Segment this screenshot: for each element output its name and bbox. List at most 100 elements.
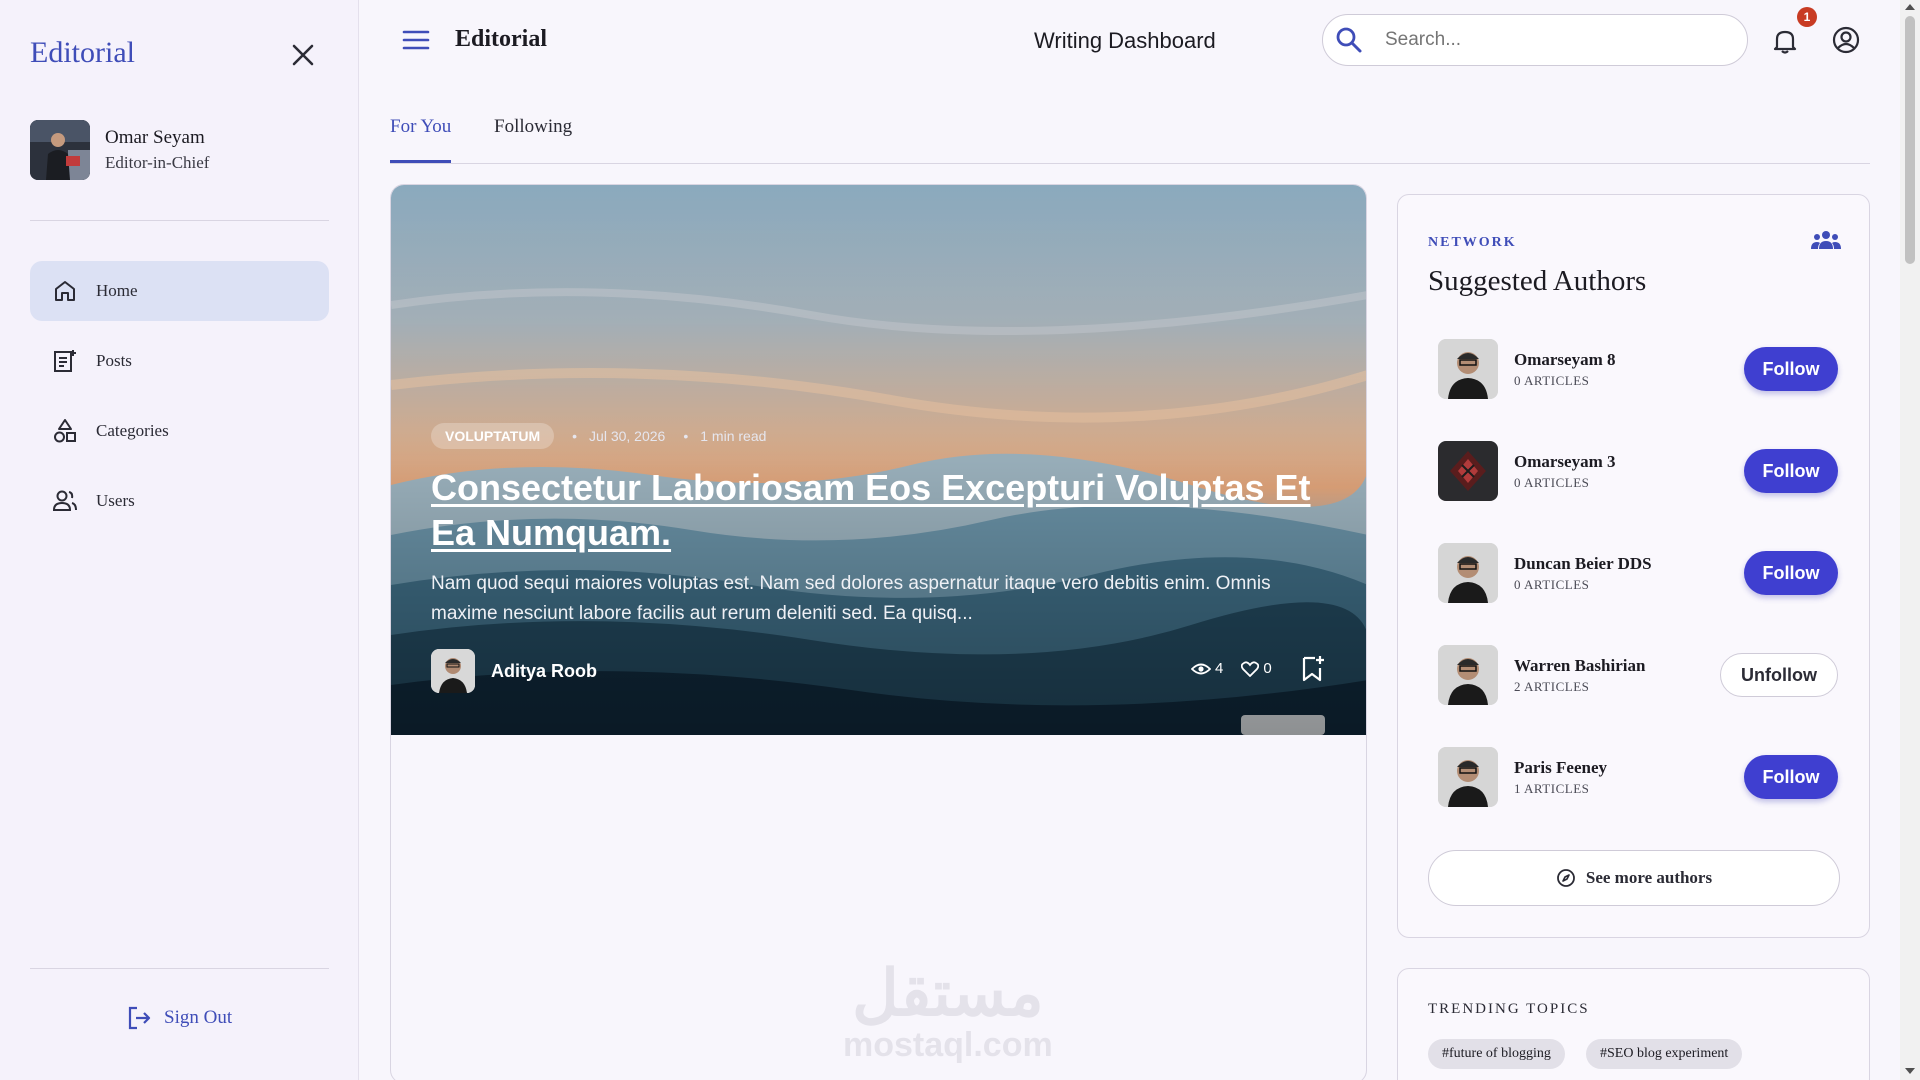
logout-icon xyxy=(128,1006,151,1030)
follow-button[interactable]: Follow xyxy=(1744,551,1838,595)
watermark-latin: mostaql.com xyxy=(843,1026,1053,1064)
views-stat: 4 xyxy=(1191,660,1223,677)
menu-button[interactable] xyxy=(402,28,430,52)
sidebar-item-categories[interactable]: Categories xyxy=(30,401,329,461)
close-sidebar-button[interactable] xyxy=(288,40,318,70)
likes-stat[interactable]: 0 xyxy=(1241,660,1272,677)
eye-icon xyxy=(1191,663,1211,674)
follow-button[interactable]: Follow xyxy=(1744,347,1838,391)
trending-overline: TRENDING TOPICS xyxy=(1428,1001,1590,1017)
featured-post-title[interactable]: Consectetur Laboriosam Eos Excepturi Vol… xyxy=(431,465,1331,555)
see-more-authors-button[interactable]: See more authors xyxy=(1428,850,1840,906)
views-count: 4 xyxy=(1215,660,1224,677)
post-stats: 4 0 xyxy=(1191,660,1290,677)
sign-out-button[interactable]: Sign Out xyxy=(126,1005,232,1031)
search-input[interactable] xyxy=(1385,29,1705,51)
panel-title: Suggested Authors xyxy=(1428,265,1647,297)
dashboard-title: Writing Dashboard xyxy=(1034,28,1216,53)
sidebar: Editorial Omar Seyam Editor-in-Chief Hom… xyxy=(0,0,359,1080)
user-profile[interactable]: Omar Seyam Editor-in-Chief xyxy=(30,120,209,180)
heart-icon xyxy=(1241,660,1260,677)
hamburger-icon xyxy=(402,30,430,50)
read-time: 1 min read xyxy=(700,428,767,444)
follow-button[interactable]: Follow xyxy=(1744,449,1838,493)
group-icon xyxy=(1810,229,1842,256)
posts-icon xyxy=(54,350,76,372)
article-count: 1 ARTICLES xyxy=(1514,780,1590,796)
notifications-button[interactable] xyxy=(1770,26,1800,56)
sidebar-divider xyxy=(30,968,329,969)
account-button[interactable] xyxy=(1830,24,1862,56)
user-name: Omar Seyam xyxy=(105,127,205,148)
watermark-arabic: مستقل xyxy=(852,957,1044,1029)
account-circle-icon xyxy=(1832,26,1860,54)
panel-overline: NETWORK xyxy=(1428,235,1517,250)
article-count: 0 ARTICLES xyxy=(1514,474,1590,490)
scroll-thumb[interactable] xyxy=(1905,16,1915,264)
author-avatar[interactable] xyxy=(1438,339,1498,399)
author-list-item: Omarseyam 8 0 ARTICLES Follow xyxy=(1438,339,1838,399)
post-meta: VOLUPTATUM • Jul 30, 2026 • 1 min read xyxy=(431,423,1331,449)
post-date: Jul 30, 2026 xyxy=(589,428,666,444)
author-avatar[interactable] xyxy=(1438,441,1498,501)
feed-tabs: For You Following xyxy=(390,100,1870,164)
article-count: 0 ARTICLES xyxy=(1514,576,1590,592)
featured-content: VOLUPTATUM • Jul 30, 2026 • 1 min read C… xyxy=(431,423,1331,629)
unfollow-button[interactable]: Unfollow xyxy=(1720,653,1838,697)
author-list-item: Omarseyam 3 0 ARTICLES Follow xyxy=(1438,441,1838,501)
meta-separator: • xyxy=(683,428,689,444)
scroll-down-arrow[interactable] xyxy=(1905,1068,1915,1074)
bookmark-add-icon xyxy=(1302,656,1324,682)
topic-chip[interactable]: #SEO blog experiment xyxy=(1586,1039,1743,1069)
category-badge[interactable]: VOLUPTATUM xyxy=(431,423,555,449)
sidebar-item-users[interactable]: Users xyxy=(30,471,329,531)
sidebar-item-posts[interactable]: Posts xyxy=(30,331,329,391)
sidebar-item-label: Home xyxy=(96,281,138,300)
sidebar-item-label: Users xyxy=(96,491,135,510)
author-avatar[interactable] xyxy=(1438,543,1498,603)
page-scrollbar[interactable] xyxy=(1900,0,1920,1080)
search-bar[interactable] xyxy=(1322,14,1748,66)
author-list-item: Duncan Beier DDS 0 ARTICLES Follow xyxy=(1438,543,1838,603)
page-title: Editorial xyxy=(455,26,548,52)
featured-post-card[interactable]: VOLUPTATUM • Jul 30, 2026 • 1 min read C… xyxy=(390,184,1367,1080)
author-name[interactable]: Paris Feeney xyxy=(1514,758,1607,778)
watermark: مستقل mostaql.com xyxy=(843,961,1053,1065)
see-more-label: See more authors xyxy=(1585,868,1713,887)
article-count: 2 ARTICLES xyxy=(1514,678,1590,694)
author-avatar xyxy=(431,649,475,693)
sidebar-brand: Editorial xyxy=(30,36,135,69)
sidebar-item-label: Categories xyxy=(96,421,169,440)
author-avatar[interactable] xyxy=(1438,747,1498,807)
tab-for-you[interactable]: For You xyxy=(390,116,452,163)
user-role: Editor-in-Chief xyxy=(105,153,210,172)
top-bar: Editorial Writing Dashboard 1 xyxy=(360,0,1900,82)
author-list-item: Warren Bashirian 2 ARTICLES Unfollow xyxy=(1438,645,1838,705)
featured-post-excerpt: Nam quod sequi maiores voluptas est. Nam… xyxy=(431,573,1271,624)
explore-icon xyxy=(1556,869,1575,887)
home-icon xyxy=(55,281,75,301)
author-name[interactable]: Duncan Beier DDS xyxy=(1514,554,1652,574)
notification-badge: 1 xyxy=(1797,7,1817,27)
follow-button[interactable]: Follow xyxy=(1744,755,1838,799)
author-name[interactable]: Warren Bashirian xyxy=(1514,656,1645,676)
topic-chip[interactable]: #future of blogging xyxy=(1428,1039,1565,1069)
close-icon xyxy=(292,44,314,66)
sidebar-divider xyxy=(30,220,329,221)
article-count: 0 ARTICLES xyxy=(1514,372,1590,388)
scroll-up-arrow[interactable] xyxy=(1905,4,1915,10)
author-avatar[interactable] xyxy=(1438,645,1498,705)
trending-topics-panel: TRENDING TOPICS #future of blogging #SEO… xyxy=(1397,968,1870,1080)
featured-author[interactable]: Aditya Roob xyxy=(431,649,597,693)
suggested-authors-panel: NETWORK Suggested Authors Omarseyam 8 0 … xyxy=(1397,194,1870,938)
author-name: Aditya Roob xyxy=(491,660,597,681)
author-name[interactable]: Omarseyam 8 xyxy=(1514,350,1616,370)
user-avatar xyxy=(30,120,90,180)
likes-count: 0 xyxy=(1263,660,1272,677)
sidebar-item-home[interactable]: Home xyxy=(30,261,329,321)
categories-icon xyxy=(54,419,76,443)
author-name[interactable]: Omarseyam 3 xyxy=(1514,452,1616,472)
tab-following[interactable]: Following xyxy=(494,116,572,160)
bookmark-button[interactable] xyxy=(1301,655,1325,688)
bell-icon xyxy=(1773,30,1797,54)
